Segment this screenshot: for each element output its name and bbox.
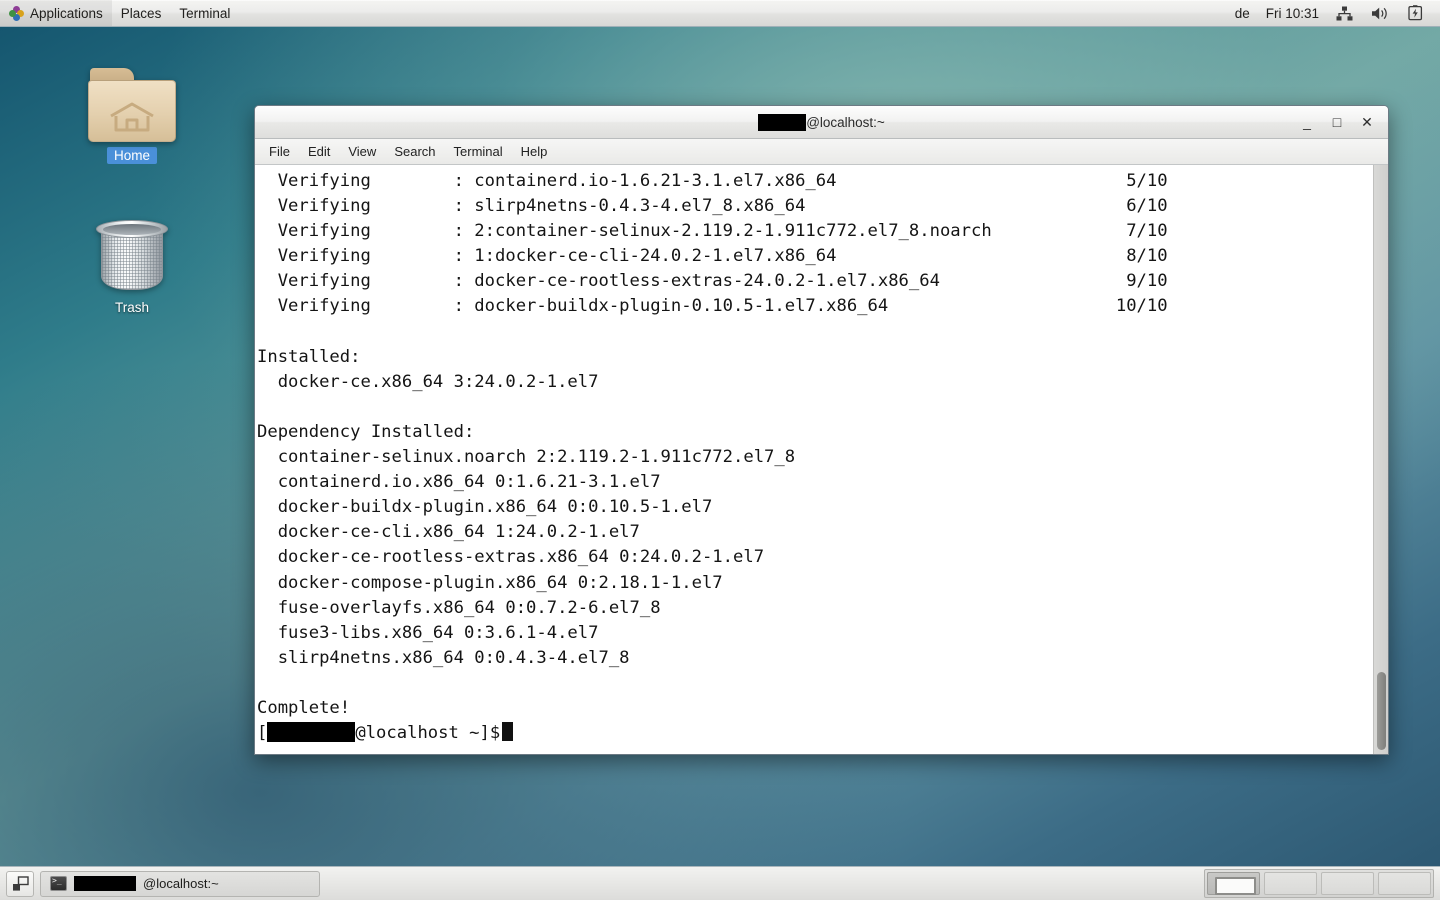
redacted-username-title	[758, 113, 807, 131]
terminal-line: Verifying : docker-buildx-plugin-0.10.5-…	[257, 296, 1168, 317]
taskbar: @localhost:~	[0, 866, 1440, 900]
keyboard-layout-indicator[interactable]: de	[1227, 6, 1258, 21]
volume-icon[interactable]	[1362, 0, 1399, 26]
top-panel: Applications Places Terminal de Fri 10:3…	[0, 0, 1440, 27]
terminal-body: Verifying : containerd.io-1.6.21-3.1.el7…	[255, 165, 1388, 754]
menu-places-label: Places	[120, 5, 162, 21]
terminal-line: slirp4netns.x86_64 0:0.4.3-4.el7_8	[257, 647, 630, 668]
menu-item-help[interactable]: Help	[512, 141, 557, 162]
applications-flower-icon	[9, 5, 24, 21]
terminal-line: fuse3-libs.x86_64 0:3.6.1-4.el7	[257, 622, 599, 643]
window-controls: _ □ ✕	[1293, 109, 1388, 135]
workspace-switcher	[1204, 869, 1434, 898]
terminal-line: docker-compose-plugin.x86_64 0:2.18.1-1.…	[257, 572, 723, 593]
desktop-icon-trash[interactable]: Trash	[76, 218, 188, 316]
window-title: @localhost:~	[255, 113, 1388, 131]
terminal-line: docker-ce.x86_64 3:24.0.2-1.el7	[257, 371, 599, 392]
menu-item-edit[interactable]: Edit	[299, 141, 339, 162]
terminal-icon	[50, 876, 67, 891]
taskbar-window-title: @localhost:~	[143, 876, 219, 891]
workspace-3[interactable]	[1321, 872, 1374, 895]
menu-applications-label: Applications	[30, 5, 103, 21]
terminal-line: fuse-overlayfs.x86_64 0:0.7.2-6.el7_8	[257, 597, 661, 618]
prompt-prefix: [	[257, 723, 268, 744]
terminal-line: Dependency Installed:	[257, 421, 475, 442]
menu-places[interactable]: Places	[112, 0, 171, 26]
desktop-icon-trash-label: Trash	[114, 300, 149, 315]
prompt-suffix: @localhost ~]$	[355, 723, 501, 744]
terminal-line: Installed:	[257, 346, 361, 367]
terminal-line: docker-ce-cli.x86_64 1:24.0.2-1.el7	[257, 522, 640, 543]
trash-can-icon	[96, 218, 168, 294]
workspace-4[interactable]	[1378, 872, 1431, 895]
menu-applications[interactable]: Applications	[0, 0, 112, 26]
terminal-menu-bar: File Edit View Search Terminal Help	[255, 139, 1388, 165]
terminal-line: Verifying : docker-ce-rootless-extras-24…	[257, 271, 1168, 292]
close-button[interactable]: ✕	[1353, 109, 1381, 135]
terminal-line: docker-buildx-plugin.x86_64 0:0.10.5-1.e…	[257, 497, 713, 518]
home-folder-icon	[88, 68, 176, 142]
panel-menu-group: Applications Places Terminal	[0, 0, 239, 26]
terminal-line: container-selinux.noarch 2:2.119.2-1.911…	[257, 447, 796, 468]
minimize-button[interactable]: _	[1293, 109, 1321, 135]
desktop-icon-home-label: Home	[106, 147, 157, 164]
terminal-cursor	[502, 722, 514, 742]
redacted-username-prompt	[267, 722, 356, 743]
terminal-line: Complete!	[257, 697, 351, 718]
scrollbar-thumb[interactable]	[1377, 672, 1386, 750]
terminal-scrollbar[interactable]	[1373, 165, 1388, 754]
show-desktop-icon[interactable]	[6, 870, 34, 897]
panel-tray-group: de Fri 10:31	[1227, 0, 1440, 26]
terminal-window: @localhost:~ _ □ ✕ File Edit View Search…	[254, 105, 1389, 755]
redacted-username-taskbar	[74, 876, 136, 891]
menu-terminal[interactable]: Terminal	[170, 0, 239, 26]
terminal-line: Verifying : slirp4netns-0.4.3-4.el7_8.x8…	[257, 196, 1168, 217]
menu-item-file[interactable]: File	[260, 141, 299, 162]
desktop-icon-home[interactable]: Home	[76, 68, 188, 164]
network-icon[interactable]	[1327, 0, 1362, 26]
menu-item-terminal[interactable]: Terminal	[445, 141, 512, 162]
workspace-2[interactable]	[1264, 872, 1317, 895]
terminal-line: Verifying : containerd.io-1.6.21-3.1.el7…	[257, 171, 1168, 191]
clock[interactable]: Fri 10:31	[1258, 6, 1327, 21]
terminal-line: Verifying : 1:docker-ce-cli-24.0.2-1.el7…	[257, 246, 1168, 267]
menu-item-view[interactable]: View	[339, 141, 385, 162]
menu-item-search[interactable]: Search	[385, 141, 444, 162]
workspace-1[interactable]	[1207, 872, 1260, 895]
terminal-line: docker-ce-rootless-extras.x86_64 0:24.0.…	[257, 547, 765, 568]
terminal-line: containerd.io.x86_64 0:1.6.21-3.1.el7	[257, 472, 661, 493]
window-title-bar[interactable]: @localhost:~ _ □ ✕	[255, 106, 1388, 139]
maximize-button[interactable]: □	[1323, 109, 1351, 135]
battery-icon[interactable]	[1399, 0, 1432, 26]
terminal-line: Verifying : 2:container-selinux-2.119.2-…	[257, 221, 1168, 242]
menu-terminal-label: Terminal	[179, 5, 231, 21]
window-title-suffix: @localhost:~	[806, 114, 885, 130]
taskbar-window-button-terminal[interactable]: @localhost:~	[40, 870, 320, 897]
terminal-prompt-line: [ @localhost ~]$	[257, 721, 1373, 746]
terminal-output[interactable]: Verifying : containerd.io-1.6.21-3.1.el7…	[255, 165, 1373, 754]
